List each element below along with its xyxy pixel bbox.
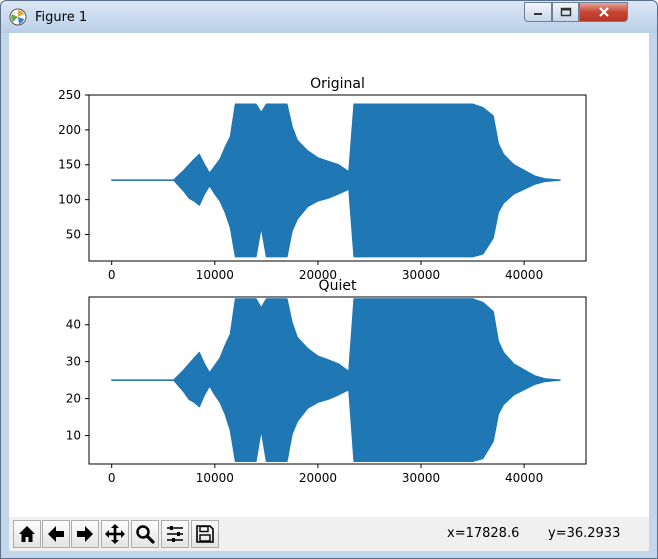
x-tick-label: 30000 xyxy=(402,268,440,282)
y-tick-label: 200 xyxy=(58,123,81,137)
floppy-disk-icon xyxy=(196,525,214,543)
pan-button[interactable] xyxy=(101,520,129,548)
sliders-icon xyxy=(167,526,183,542)
cursor-y-readout: y=36.2933 xyxy=(548,526,621,541)
minimize-button[interactable] xyxy=(524,2,552,22)
figure-window: Figure 1 0 10000 20000 30000 40000 50 100 150 20… xyxy=(0,0,658,559)
x-tick-label: 0 xyxy=(108,268,116,282)
move-arrows-icon xyxy=(105,524,125,544)
close-icon xyxy=(598,7,609,17)
back-button[interactable] xyxy=(42,520,70,548)
y-tick-label: 250 xyxy=(58,88,81,102)
configure-subplots-button[interactable] xyxy=(161,520,189,548)
window-client-area: 0 10000 20000 30000 40000 50 100 150 200 250 Origi… xyxy=(9,33,649,551)
navigation-toolbar: x=17828.6 y=36.2933 xyxy=(9,517,649,551)
x-tick-label: 30000 xyxy=(402,471,440,485)
save-button[interactable] xyxy=(191,520,219,548)
x-tick-label: 20000 xyxy=(299,471,337,485)
maximize-button[interactable] xyxy=(552,2,579,22)
cursor-x-readout: x=17828.6 xyxy=(447,526,520,541)
x-tick-label: 0 xyxy=(108,471,116,485)
y-tick-label: 100 xyxy=(58,193,81,207)
window-title: Figure 1 xyxy=(35,10,88,25)
magnifier-icon xyxy=(136,525,155,544)
y-tick-label: 40 xyxy=(66,318,81,332)
home-button[interactable] xyxy=(13,520,41,548)
maximize-icon xyxy=(560,7,571,17)
matplotlib-figure-icon xyxy=(9,8,27,26)
axes-title: Original xyxy=(310,76,365,92)
x-tick-label: 10000 xyxy=(196,471,234,485)
axes-title: Quiet xyxy=(319,278,357,294)
axes-2: 0 10000 20000 30000 40000 10 20 30 40 Quiet xyxy=(66,278,587,485)
x-tick-label: 40000 xyxy=(505,471,543,485)
arrow-left-icon xyxy=(48,526,64,542)
arrow-right-icon xyxy=(77,526,93,542)
forward-button[interactable] xyxy=(71,520,99,548)
minimize-icon xyxy=(534,13,542,15)
y-tick-label: 50 xyxy=(66,227,81,241)
y-tick-label: 10 xyxy=(66,429,81,443)
figure-canvas[interactable]: 0 10000 20000 30000 40000 50 100 150 200 250 Origi… xyxy=(9,33,649,517)
home-icon xyxy=(19,526,35,542)
x-tick-label: 10000 xyxy=(196,268,234,282)
title-bar[interactable]: Figure 1 xyxy=(1,1,657,33)
x-tick-label: 40000 xyxy=(505,268,543,282)
y-tick-label: 20 xyxy=(66,392,81,406)
figure-svg: 0 10000 20000 30000 4000050100150200250Origi… xyxy=(58,76,587,485)
close-button[interactable] xyxy=(579,2,628,22)
zoom-button[interactable] xyxy=(131,520,159,548)
y-tick-label: 30 xyxy=(66,355,81,369)
y-tick-label: 150 xyxy=(58,158,81,172)
axes-1: 0 10000 20000 30000 4000050100150200250Origi… xyxy=(58,76,587,282)
